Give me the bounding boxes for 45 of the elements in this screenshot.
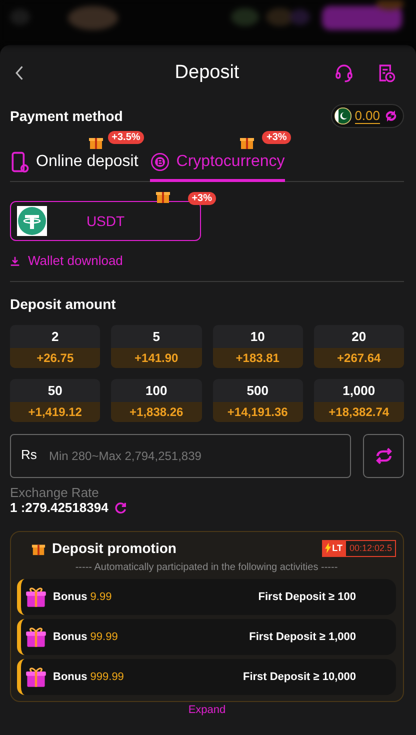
swap-button[interactable] bbox=[363, 434, 404, 478]
headset-icon[interactable] bbox=[334, 63, 354, 83]
refresh-icon[interactable] bbox=[114, 501, 128, 514]
bonus-condition: First Deposit ≥ 1,000 bbox=[249, 631, 356, 643]
gift-icon bbox=[25, 666, 47, 688]
section-title: Payment method bbox=[10, 108, 123, 124]
balance-amount: 0.00 bbox=[354, 108, 380, 124]
currency-option[interactable]: USDT bbox=[10, 201, 201, 241]
amount-option[interactable]: 500 +14,191.36 bbox=[212, 379, 303, 422]
bonus-label: Bonus 9.99 bbox=[53, 591, 112, 603]
flag-icon bbox=[334, 107, 352, 125]
amount-option[interactable]: 10 +183.81 bbox=[212, 325, 303, 368]
currency-label: Rs bbox=[21, 447, 37, 462]
expand-link[interactable]: Expand bbox=[188, 704, 226, 716]
download-icon bbox=[10, 256, 20, 266]
amount-option[interactable]: 20 +267.64 bbox=[314, 325, 404, 368]
coin-icon bbox=[150, 151, 170, 173]
exchange-rate-value: 1 :279.42518394 bbox=[10, 500, 108, 515]
bonus-tag: +3% bbox=[188, 192, 216, 205]
method-tab[interactable]: Online deposit bbox=[10, 147, 138, 182]
amount-option[interactable]: 1,000 +18,382.74 bbox=[314, 379, 404, 422]
amount-option[interactable]: 50 +1,419.12 bbox=[10, 379, 100, 422]
phone-icon bbox=[10, 151, 30, 173]
refresh-icon[interactable] bbox=[383, 108, 399, 124]
back-icon[interactable] bbox=[14, 65, 24, 81]
wallet-download-link[interactable]: Wallet download bbox=[10, 253, 123, 268]
bonus-condition: First Deposit ≥ 100 bbox=[258, 591, 356, 603]
promotion-subtitle: ----- Automatically participated in the following activities ----- bbox=[74, 562, 339, 573]
amount-option[interactable]: 5 +141.90 bbox=[111, 325, 202, 368]
amount-option[interactable]: 100 +1,838.26 bbox=[111, 379, 202, 422]
method-tab[interactable]: Cryptocurrency bbox=[150, 147, 285, 182]
promotion-title: Deposit promotion bbox=[52, 540, 176, 556]
gift-icon bbox=[25, 626, 47, 648]
bonus-label: Bonus 99.99 bbox=[53, 631, 118, 643]
bonus-tag: +3.5% bbox=[108, 131, 144, 144]
bonus-label: Bonus 999.99 bbox=[53, 671, 124, 683]
amount-option[interactable]: 2 +26.75 bbox=[10, 325, 100, 368]
section-title: Deposit amount bbox=[10, 296, 116, 312]
page-title: Deposit bbox=[174, 62, 240, 84]
gift-icon bbox=[25, 586, 47, 608]
countdown-badge: LT 00:12:02.5 bbox=[322, 540, 396, 556]
exchange-rate-label: Exchange Rate bbox=[10, 485, 99, 500]
bonus-condition: First Deposit ≥ 10,000 bbox=[242, 671, 356, 683]
bonus-tag: +3% bbox=[262, 131, 291, 144]
tether-icon bbox=[17, 206, 47, 236]
